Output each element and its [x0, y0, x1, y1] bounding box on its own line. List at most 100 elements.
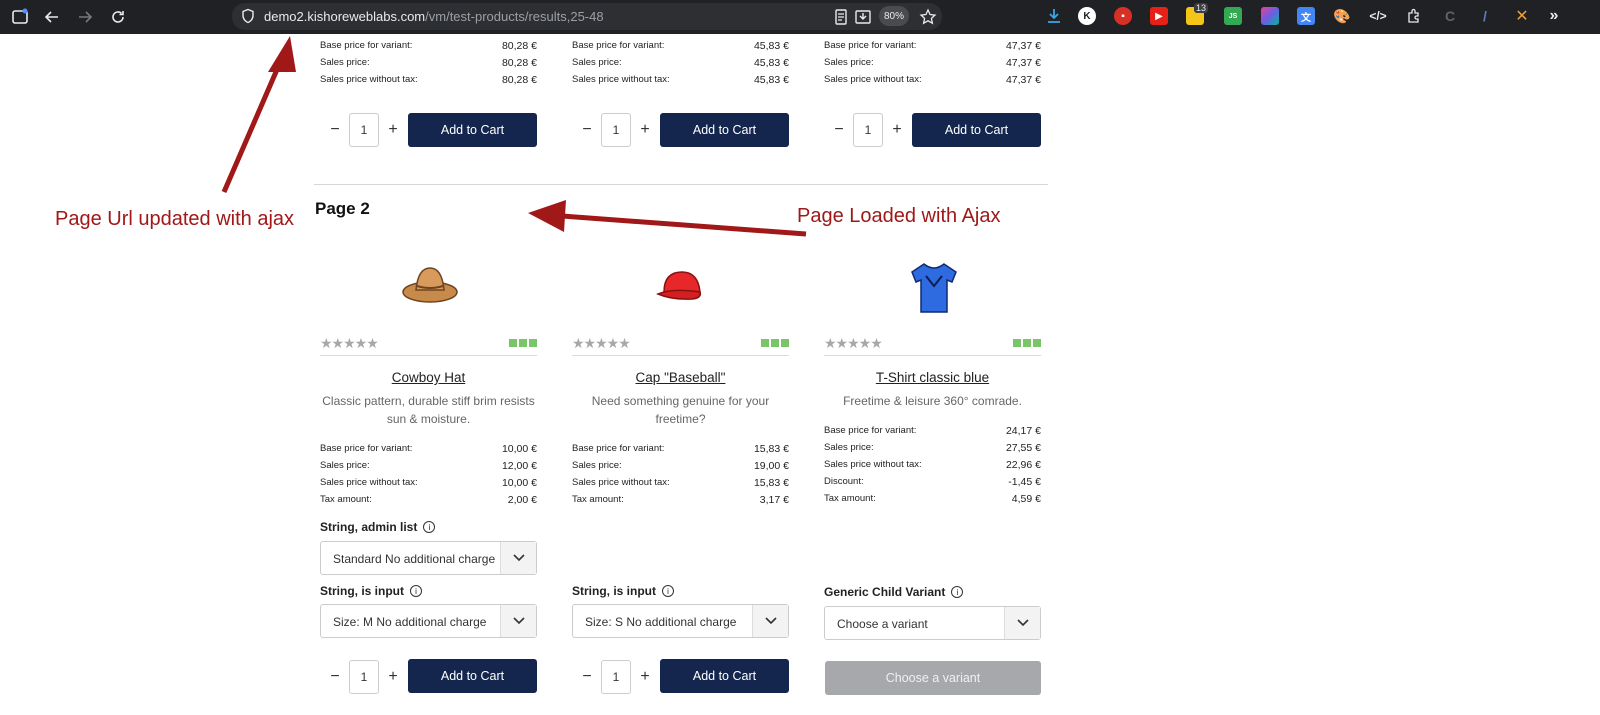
choose-variant-button[interactable]: Choose a variant [825, 661, 1041, 695]
price-label: Discount: [824, 476, 864, 487]
field-label-text: String, admin list [320, 520, 418, 534]
price-value: 15,83 € [753, 476, 789, 489]
quantity-input[interactable]: 1 [349, 660, 379, 694]
price-label: Sales price without tax: [824, 459, 922, 470]
price-row: Base price for variant: 10,00 € [320, 440, 537, 457]
select-value: Size: M No additional charge [333, 615, 487, 629]
product-description: Freetime & leisure 360° comrade. [843, 394, 1022, 408]
info-icon[interactable]: i [410, 585, 422, 597]
price-label: Sales price without tax: [320, 477, 418, 488]
price-row: Sales price without tax: 22,96 € [824, 456, 1041, 473]
field-label: String, admin list i [320, 520, 436, 534]
price-row: Tax amount: 2,00 € [320, 491, 537, 508]
select-value: Choose a variant [837, 617, 928, 631]
chevron-down-icon [500, 605, 536, 637]
rating-stars: ★★★★★ [824, 335, 883, 351]
url-annotation: Page Url updated with ajax [55, 208, 295, 230]
product-name-link[interactable]: T-Shirt classic blue [824, 370, 1041, 385]
variant-select[interactable]: Choose a variant [824, 606, 1041, 640]
price-table: Base price for variant: 24,17 € Sales pri… [824, 422, 1041, 507]
plus-icon[interactable]: + [635, 667, 655, 687]
arrow-to-page [561, 213, 807, 237]
price-label: Sales price: [320, 460, 370, 471]
field-label: Generic Child Variant i [824, 585, 964, 599]
price-row: Tax amount: 3,17 € [572, 491, 789, 508]
baseball-cap-image[interactable] [652, 266, 710, 311]
product-description: Classic pattern, durable stiff brim resi… [322, 394, 535, 426]
add-to-cart-button[interactable]: Add to Cart [408, 659, 537, 693]
price-value: 12,00 € [501, 459, 537, 472]
price-value: -1,45 € [1008, 475, 1041, 488]
card-divider [320, 355, 537, 356]
select-value: Size: S No additional charge [585, 615, 737, 629]
tshirt-image[interactable] [906, 260, 962, 321]
price-table: Base price for variant: 15,83 € Sales pri… [572, 440, 789, 508]
info-icon[interactable]: i [951, 586, 964, 598]
price-row: Base price for variant: 15,83 € [572, 440, 789, 457]
price-label: Tax amount: [824, 493, 876, 504]
price-value: 2,00 € [507, 493, 537, 506]
price-row: Sales price: 19,00 € [572, 457, 789, 474]
arrow-to-url [221, 57, 285, 193]
price-label: Sales price: [572, 460, 622, 471]
annotation-arrows [221, 36, 807, 237]
price-row: Tax amount: 4,59 € [824, 490, 1041, 507]
product-name-link[interactable]: Cowboy Hat [320, 370, 537, 385]
size-select[interactable]: Size: S No additional charge [572, 604, 789, 638]
minus-icon[interactable]: − [325, 667, 345, 687]
price-value: 3,17 € [759, 493, 789, 506]
cowboy-hat-image[interactable] [400, 262, 460, 311]
arrow-head-url [268, 36, 296, 72]
chevron-down-icon [1004, 607, 1040, 639]
price-value: 4,59 € [1011, 492, 1041, 505]
stock-indicator [1013, 339, 1041, 347]
card-divider [824, 355, 1041, 356]
ajax-annotation: Page Loaded with Ajax [797, 205, 1001, 227]
price-value: 10,00 € [501, 442, 537, 455]
stock-indicator [509, 339, 537, 347]
price-value: 10,00 € [501, 476, 537, 489]
quantity-stepper: − 1 + [577, 660, 657, 694]
select-value: Standard No additional charge [333, 552, 496, 566]
rating-stars: ★★★★★ [320, 335, 379, 351]
price-value: 27,55 € [1005, 441, 1041, 454]
admin-list-select[interactable]: Standard No additional charge [320, 541, 537, 575]
quantity-input[interactable]: 1 [601, 660, 631, 694]
price-label: Tax amount: [572, 494, 624, 505]
field-label-text: String, is input [320, 584, 404, 598]
price-label: Base price for variant: [572, 443, 665, 454]
size-select[interactable]: Size: M No additional charge [320, 604, 537, 638]
stock-indicator [761, 339, 789, 347]
price-value: 24,17 € [1005, 424, 1041, 437]
field-label: String, is input i [572, 584, 674, 598]
price-row: Discount: -1,45 € [824, 473, 1041, 490]
price-label: Base price for variant: [320, 443, 413, 454]
product-name-link[interactable]: Cap "Baseball" [572, 370, 789, 385]
field-label-text: String, is input [572, 584, 656, 598]
price-row: Sales price without tax: 15,83 € [572, 474, 789, 491]
chevron-down-icon [752, 605, 788, 637]
add-to-cart-button[interactable]: Add to Cart [660, 659, 789, 693]
price-row: Sales price without tax: 10,00 € [320, 474, 537, 491]
info-icon[interactable]: i [662, 585, 674, 597]
chevron-down-icon [500, 542, 536, 574]
plus-icon[interactable]: + [383, 667, 403, 687]
price-label: Tax amount: [320, 494, 372, 505]
price-value: 19,00 € [753, 459, 789, 472]
field-label-text: Generic Child Variant [824, 585, 946, 599]
price-value: 15,83 € [753, 442, 789, 455]
card-divider [572, 355, 789, 356]
product-description: Need something genuine for your freetime… [591, 394, 770, 426]
rating-stars: ★★★★★ [572, 335, 631, 351]
info-icon[interactable]: i [423, 521, 436, 533]
price-row: Sales price: 12,00 € [320, 457, 537, 474]
price-value: 22,96 € [1005, 458, 1041, 471]
price-row: Base price for variant: 24,17 € [824, 422, 1041, 439]
price-label: Sales price without tax: [572, 477, 670, 488]
price-table: Base price for variant: 10,00 € Sales pri… [320, 440, 537, 508]
field-label: String, is input i [320, 584, 422, 598]
minus-icon[interactable]: − [577, 667, 597, 687]
price-row: Sales price: 27,55 € [824, 439, 1041, 456]
price-label: Base price for variant: [824, 425, 917, 436]
arrow-head-page [528, 200, 566, 232]
